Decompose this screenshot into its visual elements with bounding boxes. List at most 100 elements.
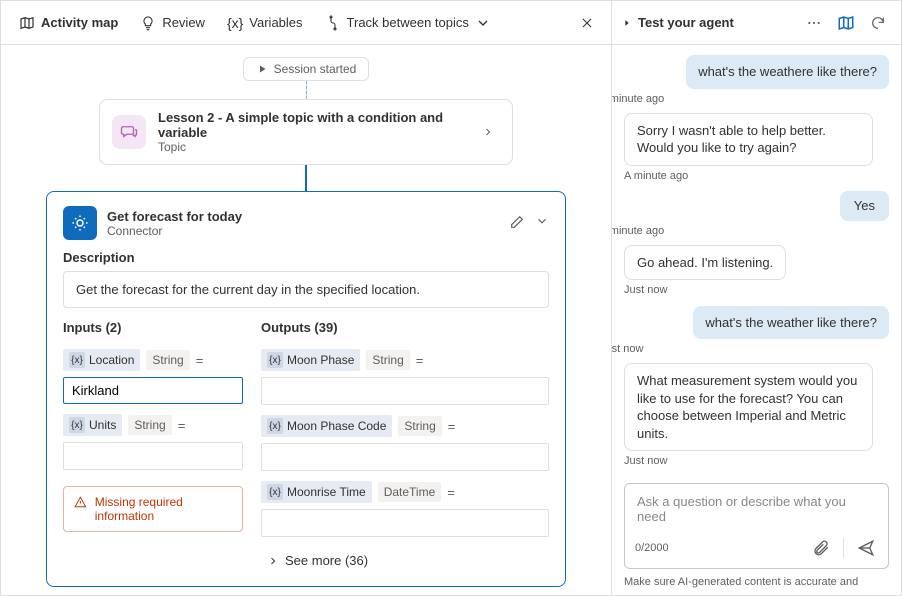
attach-button[interactable] — [809, 536, 833, 560]
variable-icon: {x} — [267, 484, 283, 500]
action-subtitle: Connector — [107, 224, 242, 238]
lightbulb-icon — [140, 15, 156, 31]
outputs-column: Outputs (39) {x} Moon Phase String = — [261, 320, 549, 568]
chat-icon — [120, 123, 138, 141]
type-tag: String — [366, 350, 409, 370]
timestamp: Just now — [612, 343, 889, 355]
output-value-box[interactable] — [261, 509, 549, 537]
var-tag[interactable]: {x} Location — [63, 349, 140, 371]
var-name: Moonrise Time — [287, 485, 366, 499]
refresh-button[interactable] — [865, 10, 891, 36]
chat-message-user: what's the weather like there? — [693, 306, 889, 340]
output-value-box[interactable] — [261, 377, 549, 405]
var-tag[interactable]: {x} Moon Phase — [261, 349, 360, 371]
braces-icon: {x} — [227, 15, 243, 31]
more-button[interactable] — [801, 10, 827, 36]
topic-subtitle: Topic — [158, 140, 464, 154]
chevron-right-icon — [267, 555, 279, 567]
separator — [843, 538, 844, 558]
var-tag[interactable]: {x} Moon Phase Code — [261, 415, 392, 437]
tab-label: Variables — [249, 15, 302, 30]
collapse-action-button[interactable] — [535, 214, 549, 233]
output-row: {x} Moonrise Time DateTime = — [261, 481, 549, 537]
test-panel: Test your agent what's the weathere like… — [611, 1, 901, 595]
equals: = — [416, 353, 424, 368]
input-units-value[interactable] — [63, 442, 243, 470]
chat-message-agent: Sorry I wasn't able to help better. Woul… — [624, 113, 873, 166]
variable-icon: {x} — [69, 352, 85, 368]
topic-card[interactable]: Lesson 2 - A simple topic with a conditi… — [99, 99, 513, 165]
tab-label: Activity map — [41, 15, 118, 30]
tab-review[interactable]: Review — [130, 9, 215, 37]
send-button[interactable] — [854, 536, 878, 560]
variable-icon: {x} — [69, 417, 85, 433]
equals: = — [447, 485, 455, 500]
output-value-box[interactable] — [261, 443, 549, 471]
type-tag: DateTime — [378, 482, 442, 502]
action-card: Get forecast for today Connector Descrip… — [46, 191, 566, 587]
tab-activity-map[interactable]: Activity map — [9, 9, 128, 37]
canvas[interactable]: Session started Lesson 2 - A simple topi… — [1, 45, 611, 595]
equals: = — [178, 418, 186, 433]
output-row: {x} Moon Phase Code String = — [261, 415, 549, 471]
type-tag: String — [128, 415, 171, 435]
composer-input[interactable] — [635, 492, 878, 528]
variable-icon: {x} — [267, 352, 283, 368]
action-header: Get forecast for today Connector — [63, 206, 549, 240]
session-label: Session started — [274, 62, 357, 76]
send-icon — [857, 539, 875, 557]
var-name: Moon Phase Code — [287, 419, 386, 433]
chat-body[interactable]: what's the weathere like there? A minute… — [612, 45, 901, 475]
action-title: Get forecast for today — [107, 209, 242, 224]
expand-topic-button[interactable] — [476, 120, 500, 144]
description-box: Get the forecast for the current day in … — [63, 271, 549, 308]
description-label: Description — [63, 250, 549, 265]
inputs-header: Inputs (2) — [63, 320, 243, 335]
caret-right-icon[interactable] — [622, 18, 632, 28]
paperclip-icon — [812, 539, 830, 557]
see-more-button[interactable]: See more (36) — [267, 553, 549, 568]
equals: = — [448, 419, 456, 434]
var-tag[interactable]: {x} Moonrise Time — [261, 481, 372, 503]
connector — [306, 81, 307, 99]
inputs-column: Inputs (2) {x} Location String = — [63, 320, 243, 568]
session-started-pill[interactable]: Session started — [243, 57, 370, 81]
main-panel: Activity map Review {x} Variables Track … — [1, 1, 611, 595]
outputs-header: Outputs (39) — [261, 320, 549, 335]
test-panel-title: Test your agent — [638, 15, 734, 30]
var-tag[interactable]: {x} Units — [63, 414, 122, 436]
chevron-down-icon — [535, 214, 549, 228]
chat-message-user: what's the weathere like there? — [686, 55, 889, 89]
map-icon — [19, 15, 35, 31]
close-button[interactable] — [571, 7, 603, 39]
timestamp: A minute ago — [624, 170, 688, 183]
input-location-value[interactable] — [63, 377, 243, 404]
chat-message-agent: What measurement system would you like t… — [624, 363, 873, 451]
chat-message-agent: Go ahead. I'm listening. — [624, 245, 786, 281]
var-name: Moon Phase — [287, 353, 354, 367]
variable-icon: {x} — [267, 418, 283, 434]
pencil-icon — [509, 214, 525, 230]
missing-info-warning: Missing required information — [63, 486, 243, 532]
tab-variables[interactable]: {x} Variables — [217, 9, 313, 37]
close-icon — [580, 16, 594, 30]
test-panel-header: Test your agent — [612, 1, 901, 45]
topic-icon — [112, 115, 146, 149]
warning-text: Missing required information — [95, 495, 232, 523]
char-count: 0/2000 — [635, 542, 669, 554]
tab-track-topics[interactable]: Track between topics — [315, 9, 501, 37]
tab-label: Review — [162, 15, 205, 30]
timestamp: Just now — [624, 284, 667, 297]
more-icon — [806, 15, 822, 31]
chevron-down-icon — [475, 15, 491, 31]
topic-title: Lesson 2 - A simple topic with a conditi… — [158, 110, 464, 140]
map-toggle-button[interactable] — [833, 10, 859, 36]
edit-action-button[interactable] — [509, 214, 525, 233]
composer: 0/2000 — [624, 483, 889, 569]
warning-icon — [74, 495, 87, 509]
type-tag: String — [398, 416, 441, 436]
timestamp: A minute ago — [612, 93, 889, 105]
weather-icon — [63, 206, 97, 240]
topbar: Activity map Review {x} Variables Track … — [1, 1, 611, 45]
tab-label: Track between topics — [347, 15, 469, 30]
